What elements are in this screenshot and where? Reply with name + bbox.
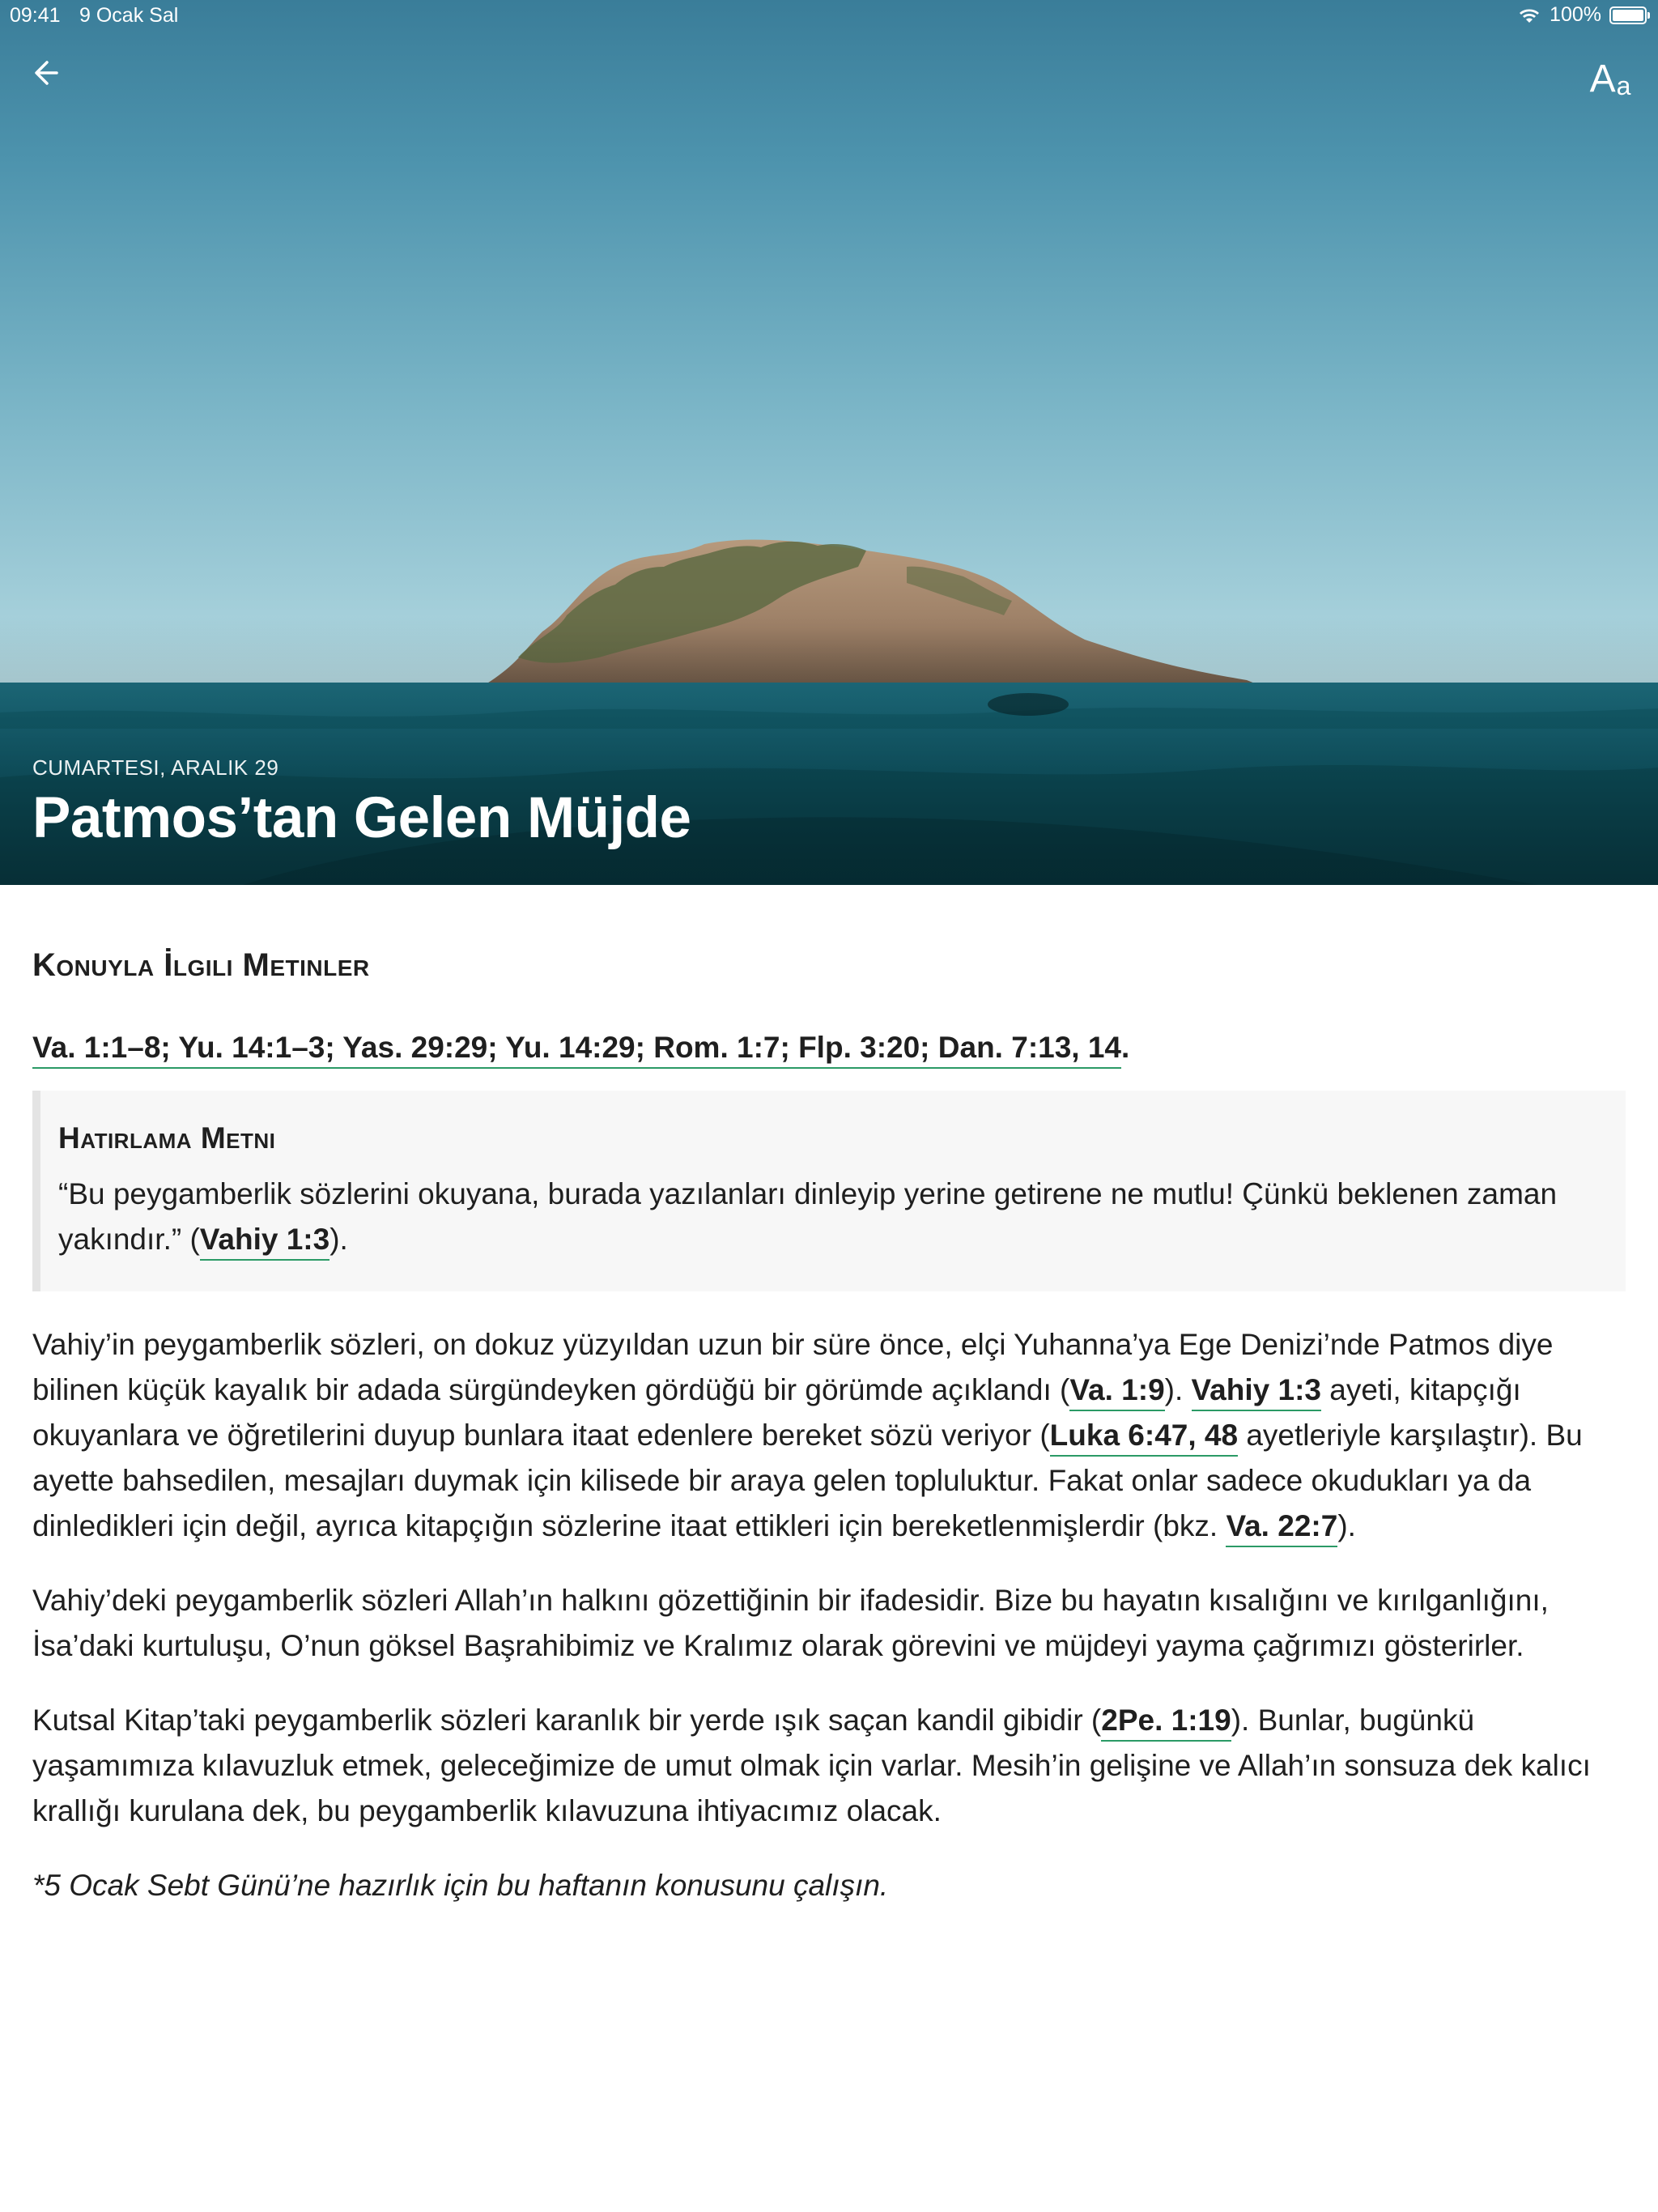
lesson-title: Patmos’tan Gelen Müjde — [32, 786, 691, 850]
study-note: *5 Ocak Sebt Günü’ne hazırlık için bu ha… — [32, 1869, 889, 1902]
back-button[interactable] — [23, 50, 68, 96]
memory-verse-end: ). — [329, 1223, 348, 1256]
related-texts-heading: Konuyla İlgili Metinler — [32, 947, 370, 983]
p3-text-1: Kutsal Kitap’taki peygamberlik sözleri k… — [32, 1704, 1102, 1737]
island-sea-illustration — [0, 539, 1658, 885]
p1-ref-va-1-9[interactable]: Va. 1:9 — [1069, 1373, 1165, 1411]
related-references-link[interactable]: Va. 1:1–8; Yu. 14:1–3; Yas. 29:29; Yu. 1… — [32, 1031, 1122, 1069]
battery-icon — [1609, 6, 1650, 24]
font-size-icon-small: a — [1616, 71, 1631, 100]
p1-ref-va-22-7[interactable]: Va. 22:7 — [1226, 1509, 1338, 1547]
wifi-icon — [1520, 9, 1540, 23]
body-paragraph-3: Kutsal Kitap’taki peygamberlik sözleri k… — [32, 1698, 1626, 1834]
lesson-content: Konuyla İlgili Metinler Va. 1:1–8; Yu. 1… — [32, 947, 1626, 1908]
memory-verse-heading: Hatırlama Metni — [58, 1121, 276, 1155]
p3-ref-2pe-1-19[interactable]: 2Pe. 1:19 — [1101, 1704, 1231, 1742]
p1-text-2: ). — [1164, 1373, 1192, 1406]
status-bar: 09:41 9 Ocak Sal 100% — [0, 0, 1658, 32]
memory-verse-text: “Bu peygamberlik sözlerini okuyana, bura… — [58, 1172, 1593, 1262]
memory-verse-box: Hatırlama Metni “Bu peygamberlik sözleri… — [32, 1091, 1626, 1291]
arrow-left-icon — [35, 61, 58, 85]
status-time: 09:41 — [10, 4, 61, 27]
p1-ref-vahiy-1-3[interactable]: Vahiy 1:3 — [1191, 1373, 1321, 1411]
lesson-page: 09:41 9 Ocak Sal 100% Aa CUMARTESI, ARAL… — [0, 0, 1658, 2212]
body-paragraph-1: Vahiy’in peygamberlik sözleri, on dokuz … — [32, 1322, 1626, 1549]
battery-percent: 100% — [1550, 3, 1601, 26]
font-size-icon-large: A — [1589, 57, 1616, 100]
body-paragraph-2: Vahiy’deki peygamberlik sözleri Allah’ın… — [32, 1584, 1549, 1662]
lesson-date: CUMARTESI, ARALIK 29 — [32, 755, 279, 780]
status-date: 9 Ocak Sal — [79, 4, 179, 27]
p1-ref-luka-6-47[interactable]: Luka 6:47, 48 — [1049, 1419, 1239, 1457]
font-size-button[interactable]: Aa — [1582, 47, 1639, 100]
p1-text-5: ). — [1337, 1509, 1356, 1542]
memory-verse-ref-link[interactable]: Vahiy 1:3 — [199, 1223, 330, 1261]
hero-image: 09:41 9 Ocak Sal 100% Aa CUMARTESI, ARAL… — [0, 0, 1658, 885]
references-period: . — [1121, 1031, 1130, 1064]
related-texts-references: Va. 1:1–8; Yu. 14:1–3; Yas. 29:29; Yu. 1… — [32, 1031, 1626, 1069]
status-indicators: 100% — [1517, 3, 1650, 27]
